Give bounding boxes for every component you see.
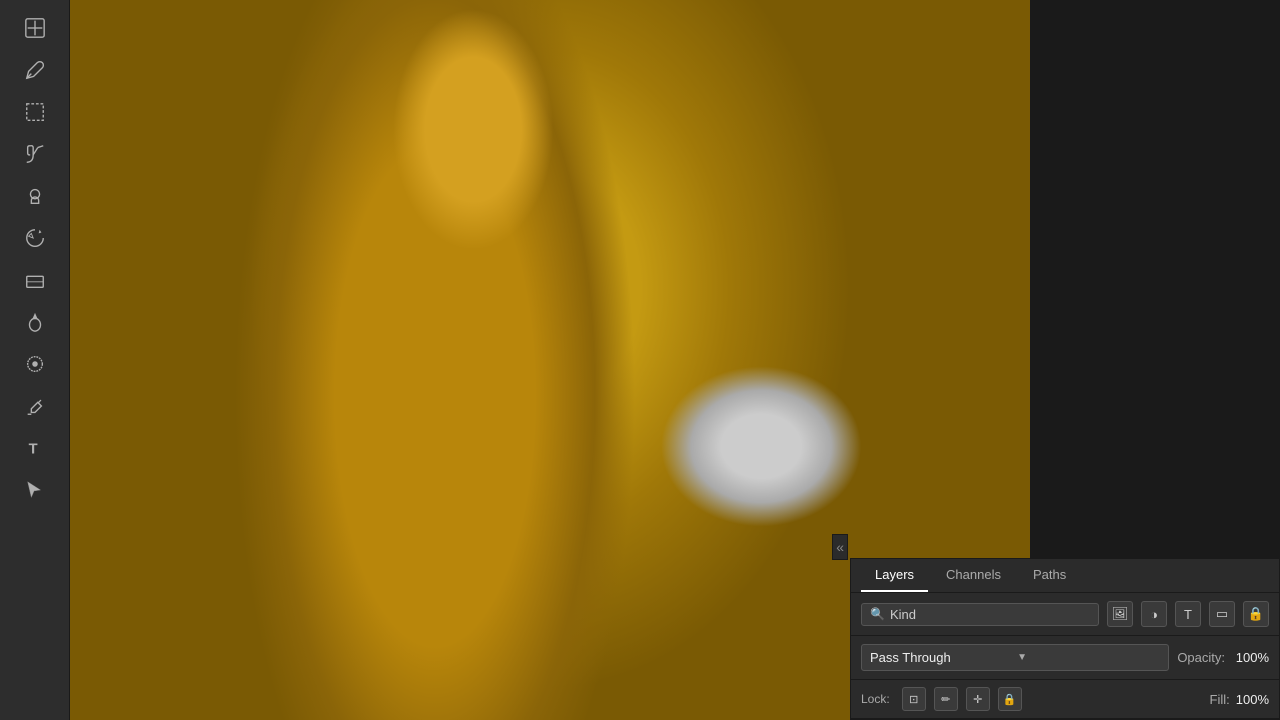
opacity-row: Opacity: 100%: [1177, 650, 1269, 665]
kind-select[interactable]: Kind: [890, 607, 1090, 622]
filter-row: 🔍 Kind 🖼 ◑ T ▭ 🔒: [851, 593, 1279, 636]
adjustment-filter-btn[interactable]: ◑: [1141, 601, 1167, 627]
fill-row: Fill: 100%: [1210, 692, 1269, 707]
select-tool[interactable]: [15, 470, 55, 510]
panel-collapse-button[interactable]: «: [832, 534, 848, 560]
opacity-label: Opacity:: [1177, 650, 1225, 665]
lock-position-btn[interactable]: ✛: [966, 687, 990, 711]
toolbar: T: [0, 0, 70, 720]
gradient-tool[interactable]: [15, 302, 55, 342]
layers-panel: Layers Channels Paths 🔍 Kind 🖼 ◑ T ▭ 🔒 P…: [850, 558, 1280, 720]
eraser-tool[interactable]: [15, 260, 55, 300]
opacity-value[interactable]: 100%: [1229, 650, 1269, 665]
filter-search[interactable]: 🔍 Kind: [861, 603, 1099, 626]
shape-filter-btn[interactable]: ▭: [1209, 601, 1235, 627]
blend-row: Pass Through ▼ Opacity: 100%: [851, 636, 1279, 680]
svg-text:T: T: [28, 442, 37, 458]
fill-value[interactable]: 100%: [1236, 692, 1269, 707]
blend-mode-dropdown[interactable]: Pass Through ▼: [861, 644, 1169, 671]
blend-mode-label: Pass Through: [870, 650, 1013, 665]
text-tool[interactable]: T: [15, 428, 55, 468]
lock-image-btn[interactable]: ✏: [934, 687, 958, 711]
lock-label: Lock:: [861, 692, 890, 706]
lock-pixels-btn[interactable]: ⊡: [902, 687, 926, 711]
blur-tool[interactable]: [15, 344, 55, 384]
pen-tool[interactable]: [15, 386, 55, 426]
fill-label: Fill:: [1210, 692, 1230, 707]
tab-channels[interactable]: Channels: [932, 559, 1015, 592]
smart-filter-btn[interactable]: 🔒: [1243, 601, 1269, 627]
history-brush-tool[interactable]: [15, 218, 55, 258]
eyedropper-tool[interactable]: [15, 50, 55, 90]
move-tool[interactable]: [15, 8, 55, 48]
tab-layers[interactable]: Layers: [861, 559, 928, 592]
stamp-tool[interactable]: [15, 176, 55, 216]
lock-row: Lock: ⊡ ✏ ✛ 🔒 Fill: 100%: [851, 680, 1279, 719]
lock-all-btn[interactable]: 🔒: [998, 687, 1022, 711]
type-filter-btn[interactable]: T: [1175, 601, 1201, 627]
brush-tool[interactable]: [15, 134, 55, 174]
search-icon: 🔍: [870, 607, 885, 621]
blend-mode-arrow: ▼: [1017, 652, 1160, 663]
image-filter-btn[interactable]: 🖼: [1107, 601, 1133, 627]
panel-tabs: Layers Channels Paths: [851, 559, 1279, 593]
tab-paths[interactable]: Paths: [1019, 559, 1080, 592]
marquee-tool[interactable]: [15, 92, 55, 132]
